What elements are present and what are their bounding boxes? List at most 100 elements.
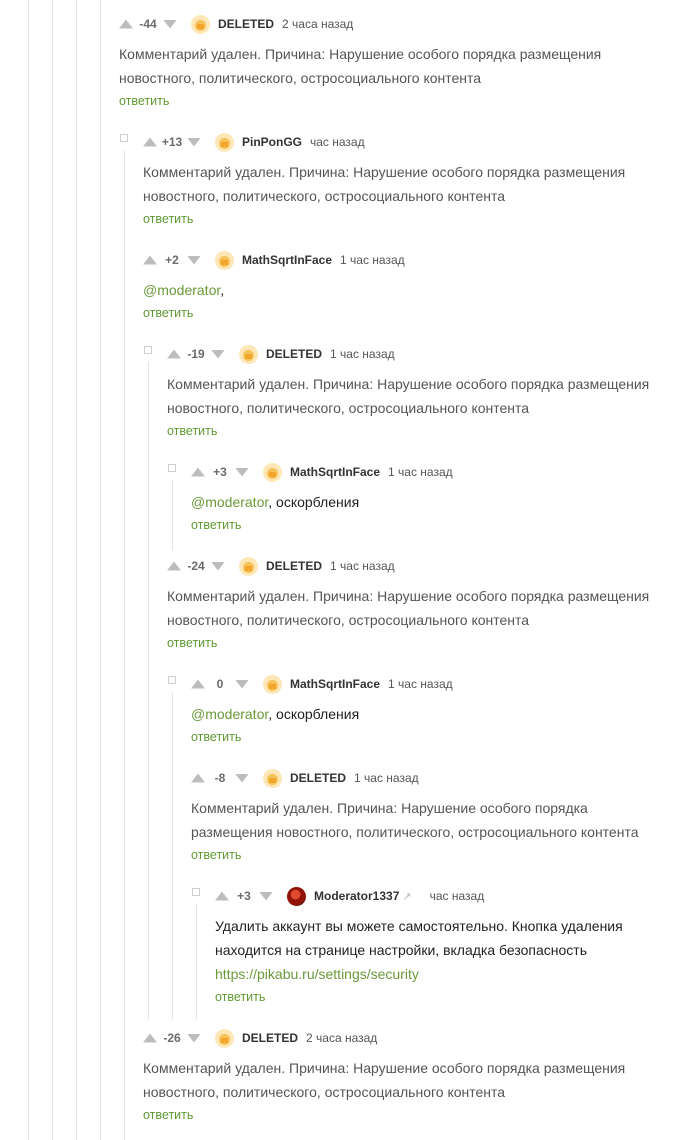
comment-text: Комментарий удален. Причина: Нарушение о… xyxy=(143,1060,626,1076)
comment: -8 DELETED 1 час назад Комментарий удале… xyxy=(191,766,639,865)
thread-line xyxy=(28,0,29,1140)
comment-rating: +3 xyxy=(213,465,227,479)
reply-link[interactable]: ответить xyxy=(143,1105,625,1125)
collapse-toggle[interactable] xyxy=(120,134,128,142)
reply-link[interactable]: ответить xyxy=(191,515,453,535)
mention-link[interactable]: @moderator xyxy=(191,706,268,722)
mention-link[interactable]: @moderator xyxy=(191,494,268,510)
comment: +3 MathSqrtInFace 1 час назад @moderator… xyxy=(191,460,453,535)
settings-link[interactable]: https://pikabu.ru/settings/security xyxy=(215,962,623,986)
collapse-toggle[interactable] xyxy=(144,346,152,354)
collapse-toggle[interactable] xyxy=(168,464,176,472)
comment: -19 DELETED 1 час назад Комментарий удал… xyxy=(167,342,649,441)
comment: -24 DELETED 1 час назад Комментарий удал… xyxy=(167,554,649,653)
comment-text: Комментарий удален. Причина: Нарушение о… xyxy=(167,588,650,604)
comment-time[interactable]: 1 час назад xyxy=(340,253,405,267)
reply-link[interactable]: ответить xyxy=(143,209,625,229)
downvote-button[interactable] xyxy=(211,561,225,571)
comment-author[interactable]: DELETED xyxy=(266,559,322,573)
comment-author[interactable]: MathSqrtInFace xyxy=(290,465,380,479)
comment-time[interactable]: 1 час назад xyxy=(330,347,395,361)
upvote-button[interactable] xyxy=(143,137,157,147)
comment-time[interactable]: 1 час назад xyxy=(354,771,419,785)
comment-author[interactable]: MathSqrtInFace xyxy=(242,253,332,267)
upvote-button[interactable] xyxy=(143,255,157,265)
avatar[interactable] xyxy=(263,768,282,788)
avatar[interactable] xyxy=(215,1028,234,1048)
comment-text: Комментарий удален. Причина: Нарушение о… xyxy=(191,800,588,816)
thread-line xyxy=(52,0,53,1140)
comment: 0 MathSqrtInFace 1 час назад @moderator,… xyxy=(191,672,453,747)
avatar[interactable] xyxy=(215,250,234,270)
downvote-button[interactable] xyxy=(163,19,177,29)
comment-time[interactable]: 1 час назад xyxy=(388,465,453,479)
thread-line xyxy=(76,0,77,1140)
avatar[interactable] xyxy=(215,132,234,152)
collapse-toggle[interactable] xyxy=(192,888,200,896)
comment-text: новостного, политического, остросоциальн… xyxy=(167,612,530,628)
comment-author[interactable]: MathSqrtInFace xyxy=(290,677,380,691)
comment-rating: -44 xyxy=(139,17,157,31)
thread-line xyxy=(100,0,101,1140)
comment: -26 DELETED 2 часа назад Комментарий уда… xyxy=(143,1026,625,1125)
comment-time[interactable]: 2 часа назад xyxy=(282,17,353,31)
reply-link[interactable]: ответить xyxy=(167,633,649,653)
comment-text: новостного, политического, остросоциальн… xyxy=(143,188,506,204)
downvote-button[interactable] xyxy=(211,349,225,359)
downvote-button[interactable] xyxy=(187,137,201,147)
upvote-button[interactable] xyxy=(167,349,181,359)
comment-text: новостного, политического, остросоциальн… xyxy=(119,70,482,86)
comment-time[interactable]: 1 час назад xyxy=(330,559,395,573)
downvote-button[interactable] xyxy=(187,1033,201,1043)
reply-link[interactable]: ответить xyxy=(215,987,623,1007)
reply-link[interactable]: ответить xyxy=(167,421,649,441)
collapse-toggle[interactable] xyxy=(168,676,176,684)
comment-time[interactable]: час назад xyxy=(430,889,485,903)
thread-line xyxy=(148,362,149,1020)
downvote-button[interactable] xyxy=(259,891,273,901)
thread-line xyxy=(124,150,125,1140)
avatar[interactable] xyxy=(263,674,282,694)
comment-rating: +3 xyxy=(237,889,251,903)
comment-time[interactable]: 1 час назад xyxy=(388,677,453,691)
mention-link[interactable]: @moderator xyxy=(143,282,220,298)
thread-line xyxy=(196,904,197,1020)
comment-time[interactable]: час назад xyxy=(310,135,365,149)
reply-link[interactable]: ответить xyxy=(191,845,639,865)
avatar[interactable] xyxy=(263,462,282,482)
comment-author[interactable]: Moderator1337 xyxy=(314,889,399,903)
downvote-button[interactable] xyxy=(235,679,249,689)
comment-author[interactable]: PinPonGG xyxy=(242,135,302,149)
upvote-button[interactable] xyxy=(191,773,205,783)
comment-text: Комментарий удален. Причина: Нарушение о… xyxy=(167,376,650,392)
comment-author[interactable]: DELETED xyxy=(242,1031,298,1045)
reply-link[interactable]: ответить xyxy=(143,303,405,323)
comment: -44 DELETED 2 часа назад Комментарий уда… xyxy=(119,12,601,111)
comment-author[interactable]: DELETED xyxy=(266,347,322,361)
reply-link[interactable]: ответить xyxy=(191,727,453,747)
upvote-button[interactable] xyxy=(191,467,205,477)
comment-rating: -19 xyxy=(187,347,205,361)
avatar[interactable] xyxy=(239,556,258,576)
downvote-button[interactable] xyxy=(187,255,201,265)
avatar[interactable] xyxy=(239,344,258,364)
comment-rating: -24 xyxy=(187,559,205,573)
avatar[interactable] xyxy=(287,886,306,906)
avatar[interactable] xyxy=(191,14,210,34)
upvote-button[interactable] xyxy=(215,891,229,901)
comment-author[interactable]: DELETED xyxy=(218,17,274,31)
comment-rating: 0 xyxy=(216,677,224,691)
comment-text: Комментарий удален. Причина: Нарушение о… xyxy=(143,164,626,180)
comment: +2 MathSqrtInFace 1 час назад @moderator… xyxy=(143,248,405,323)
upvote-button[interactable] xyxy=(143,1033,157,1043)
comment-author[interactable]: DELETED xyxy=(290,771,346,785)
downvote-button[interactable] xyxy=(235,773,249,783)
moderator-icon: ↗ xyxy=(402,890,412,903)
downvote-button[interactable] xyxy=(235,467,249,477)
upvote-button[interactable] xyxy=(191,679,205,689)
upvote-button[interactable] xyxy=(119,19,133,29)
reply-link[interactable]: ответить xyxy=(119,91,601,111)
comment-time[interactable]: 2 часа назад xyxy=(306,1031,377,1045)
comment-text: Комментарий удален. Причина: Нарушение о… xyxy=(119,46,602,62)
upvote-button[interactable] xyxy=(167,561,181,571)
